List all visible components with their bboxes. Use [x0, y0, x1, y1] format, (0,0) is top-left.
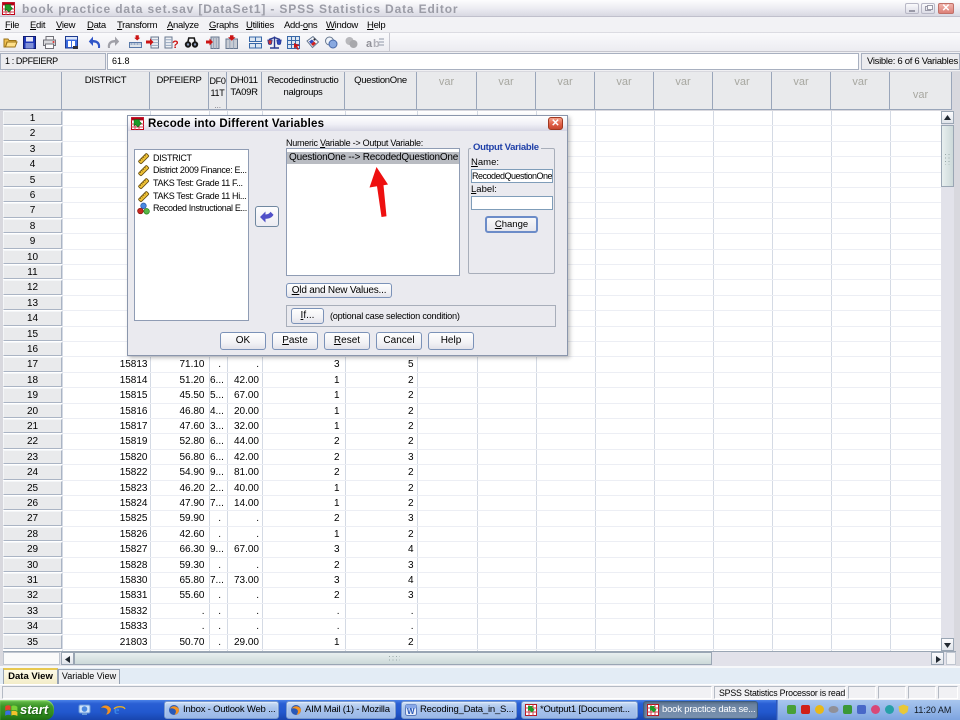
- svg-text:?: ?: [172, 39, 178, 50]
- svg-text:a: a: [366, 38, 373, 50]
- svg-text:b: b: [373, 38, 380, 50]
- svg-text:e: e: [114, 703, 120, 716]
- svg-text:W: W: [407, 707, 415, 716]
